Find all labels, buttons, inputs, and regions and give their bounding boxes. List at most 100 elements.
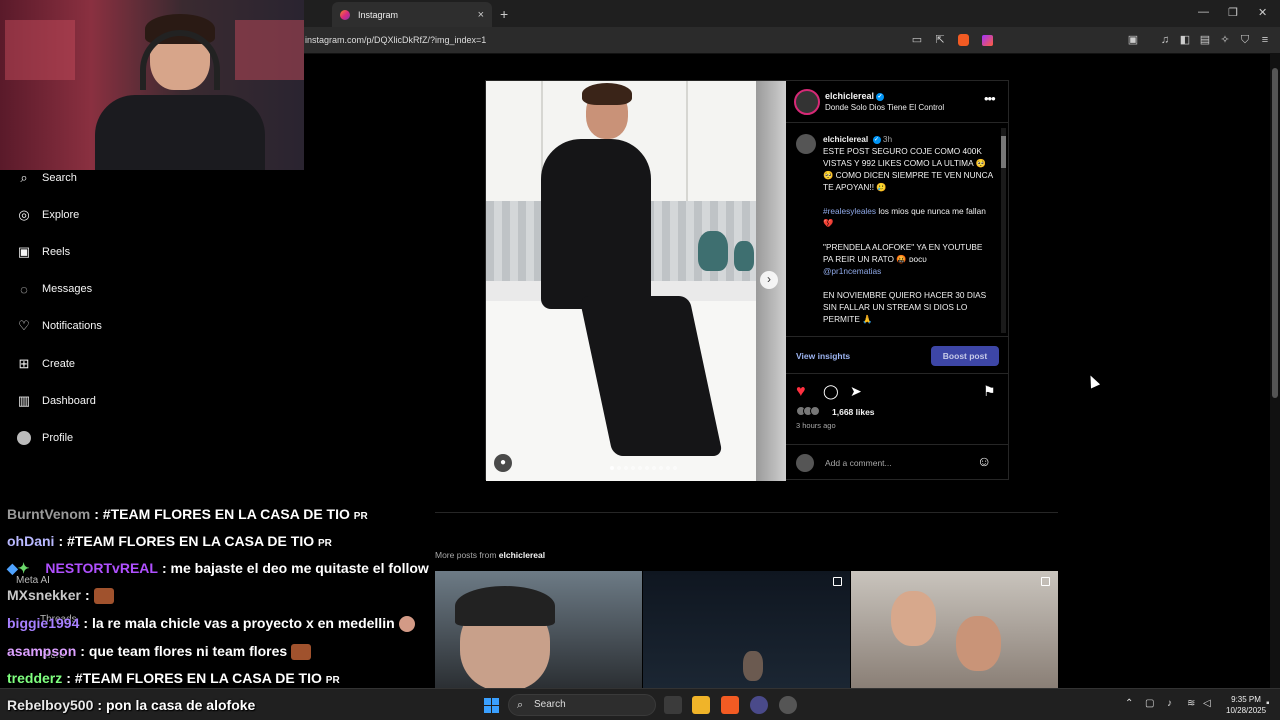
likes-count[interactable]: 1,668 likes xyxy=(832,407,875,417)
post-location[interactable]: Donde Solo Dios Tiene El Control xyxy=(825,103,944,112)
chat-message: MXsnekker: xyxy=(7,587,114,605)
url-field[interactable]: instagram.com/p/DQXlicDkRfZ/?img_index=1 xyxy=(305,35,486,45)
chart-icon: ▥ xyxy=(17,393,31,408)
author-username[interactable]: elchiclereal ✓ xyxy=(825,91,885,101)
taskbar-search[interactable]: ⌕ Search xyxy=(508,694,656,716)
post-time-ago: 3 hours ago xyxy=(796,421,836,430)
post-card: › ● elchiclereal ✓ Donde Solo Dios Tiene … xyxy=(485,80,1009,481)
scrollbar-thumb[interactable] xyxy=(1272,68,1278,398)
wifi-icon[interactable]: ≋ xyxy=(1187,698,1195,709)
obs-icon[interactable] xyxy=(779,696,797,714)
tray-app-icon[interactable]: ▢ xyxy=(1145,698,1154,709)
sidebar-item-search[interactable]: ⌕ Search xyxy=(16,170,77,186)
caption-avatar[interactable] xyxy=(796,134,816,154)
boost-post-button[interactable]: Boost post xyxy=(931,346,999,366)
comment-input[interactable]: Add a comment... xyxy=(825,458,892,468)
file-explorer-icon[interactable] xyxy=(692,696,710,714)
clock-time: 9:35 PM xyxy=(1231,695,1261,704)
messenger-icon: ◌ xyxy=(20,281,28,297)
taskbar-clock[interactable]: 9:35 PM 10/28/2025 xyxy=(1226,694,1266,716)
sidebar-item-explore[interactable]: ◎ Explore xyxy=(16,207,79,223)
caption-line-3: "PRENDELA ALOFOKE" YA EN YOUTUBE PA REIR… xyxy=(823,242,983,264)
carousel-next-button[interactable]: › xyxy=(760,271,778,289)
more-post-thumbnail[interactable] xyxy=(851,571,1058,688)
brave-shields-icon[interactable] xyxy=(958,34,969,46)
caption-scrollbar-thumb[interactable] xyxy=(1001,136,1006,168)
screenshot-icon[interactable]: ▣ xyxy=(1126,33,1140,47)
cast-icon[interactable]: ▭ xyxy=(910,33,924,47)
sidebar-item-dashboard[interactable]: ▥ Dashboard xyxy=(16,393,96,409)
more-posts-user[interactable]: elchiclereal xyxy=(499,550,545,560)
streamer-body xyxy=(95,95,265,170)
close-window-button[interactable]: ✕ xyxy=(1258,6,1267,19)
menu-icon[interactable]: ≡ xyxy=(1258,33,1272,47)
reels-icon: ▣ xyxy=(17,244,31,259)
sidebar-item-label: Explore xyxy=(42,209,80,221)
view-insights-link[interactable]: View insights xyxy=(796,351,850,361)
sidebar-item-label: Dashboard xyxy=(42,395,96,407)
mention-link[interactable]: @pr1ncematias xyxy=(823,266,881,276)
more-options-icon[interactable]: ••• xyxy=(984,91,996,106)
volume-icon[interactable]: ◁ xyxy=(1203,698,1211,709)
microphone-icon[interactable]: ♪ xyxy=(1167,698,1172,709)
carousel-dot xyxy=(659,466,663,470)
chat-username: BurntVenom xyxy=(7,506,91,522)
tab-close-icon[interactable]: × xyxy=(478,9,484,21)
sidebar-toggle-icon[interactable]: ◧ xyxy=(1178,33,1192,47)
tab-instagram[interactable]: Instagram × xyxy=(332,2,492,27)
like-heart-icon[interactable]: ♥ xyxy=(796,383,806,401)
carousel-dot xyxy=(610,466,614,470)
author-avatar[interactable] xyxy=(794,89,820,115)
emoji-icon[interactable]: ☺ xyxy=(977,453,991,469)
media-icon[interactable]: ♫ xyxy=(1158,33,1172,47)
comment-icon[interactable]: ◯ xyxy=(823,383,839,400)
app-icon[interactable] xyxy=(750,696,768,714)
caption-area: elchiclereal ✓ 3h ESTE POST SEGURO COJE … xyxy=(786,124,1009,336)
chat-username: Rebelboy500 xyxy=(7,697,94,713)
notification-bell-icon[interactable]: ▪ xyxy=(1266,698,1270,709)
sidebar-item-notifications[interactable]: ♡ Notifications xyxy=(16,318,102,334)
post-photo[interactable]: › ● xyxy=(486,81,786,481)
sidebar-item-label: Messages xyxy=(42,283,93,295)
minimize-button[interactable]: — xyxy=(1198,6,1209,18)
caption-username[interactable]: elchiclereal xyxy=(823,134,868,144)
sidebar-item-profile[interactable]: Profile xyxy=(16,430,73,446)
share-plane-icon[interactable]: ➤ xyxy=(850,383,862,400)
search-icon: ⌕ xyxy=(517,699,524,711)
more-post-thumbnail[interactable] xyxy=(643,571,850,688)
caption-scrollbar[interactable] xyxy=(1001,128,1006,333)
leo-ai-icon[interactable]: ✧ xyxy=(1218,33,1232,47)
vpn-shield-icon[interactable]: ⛉ xyxy=(1238,33,1252,47)
sidebar-item-reels[interactable]: ▣ Reels xyxy=(16,244,70,260)
hashtag-link[interactable]: #realesyleales xyxy=(823,206,876,216)
carousel-dot xyxy=(673,466,677,470)
chat-emote-icon xyxy=(93,588,114,605)
instagram-favicon-icon xyxy=(340,9,350,20)
tray-chevron-icon[interactable]: ⌃ xyxy=(1125,698,1133,709)
carousel-dot xyxy=(631,466,635,470)
sidebar-item-messages[interactable]: ◌ Messages xyxy=(16,281,92,297)
tab-title: Instagram xyxy=(358,9,399,20)
brave-rewards-icon[interactable] xyxy=(982,35,993,46)
add-comment-row: Add a comment... ☺ xyxy=(786,444,1009,479)
chat-text: me bajaste el deo me quitaste el follow xyxy=(170,560,429,576)
likers-avatars[interactable] xyxy=(796,406,820,416)
page-scrollbar[interactable] xyxy=(1270,54,1280,688)
tagged-user-icon[interactable]: ● xyxy=(494,454,512,472)
task-view-icon[interactable] xyxy=(664,696,682,714)
maximize-button[interactable]: ❐ xyxy=(1228,6,1238,19)
brave-browser-icon[interactable] xyxy=(721,696,739,714)
carousel-dot xyxy=(645,466,649,470)
sidebar-item-create[interactable]: ⊞ Create xyxy=(16,356,75,372)
wallet-icon[interactable]: ▤ xyxy=(1198,33,1212,47)
author-username-text[interactable]: elchiclereal xyxy=(825,91,874,101)
chat-username: asampson xyxy=(7,643,77,659)
sidebar-item-label: Create xyxy=(42,358,76,370)
chat-text: pon la casa de alofoke xyxy=(105,697,256,713)
more-post-thumbnail[interactable] xyxy=(435,571,642,688)
share-icon[interactable]: ⇱ xyxy=(933,33,947,47)
bookmark-icon[interactable]: ⚑ xyxy=(983,383,996,400)
windows-start-icon[interactable] xyxy=(484,698,499,713)
chat-username: NESTORTvREAL xyxy=(45,560,158,576)
new-tab-button[interactable]: + xyxy=(500,6,508,22)
